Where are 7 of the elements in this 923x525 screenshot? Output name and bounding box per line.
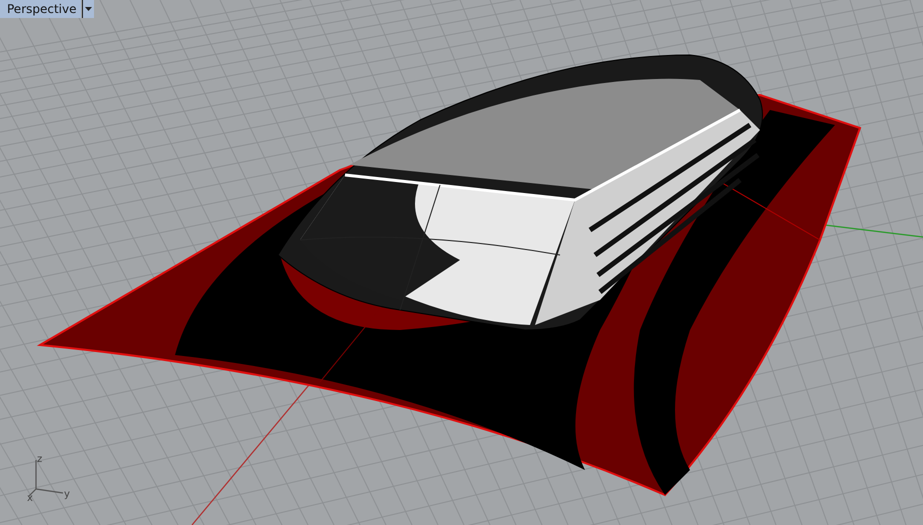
axis-label: z [37,454,42,465]
axis-label: y [64,489,70,500]
caret-icon [84,7,92,11]
viewport-title-tab[interactable]: Perspective [0,0,80,18]
axis-gizmo-icon [28,460,64,496]
dropdown-button[interactable] [82,0,94,18]
axis-label: x [27,493,33,504]
